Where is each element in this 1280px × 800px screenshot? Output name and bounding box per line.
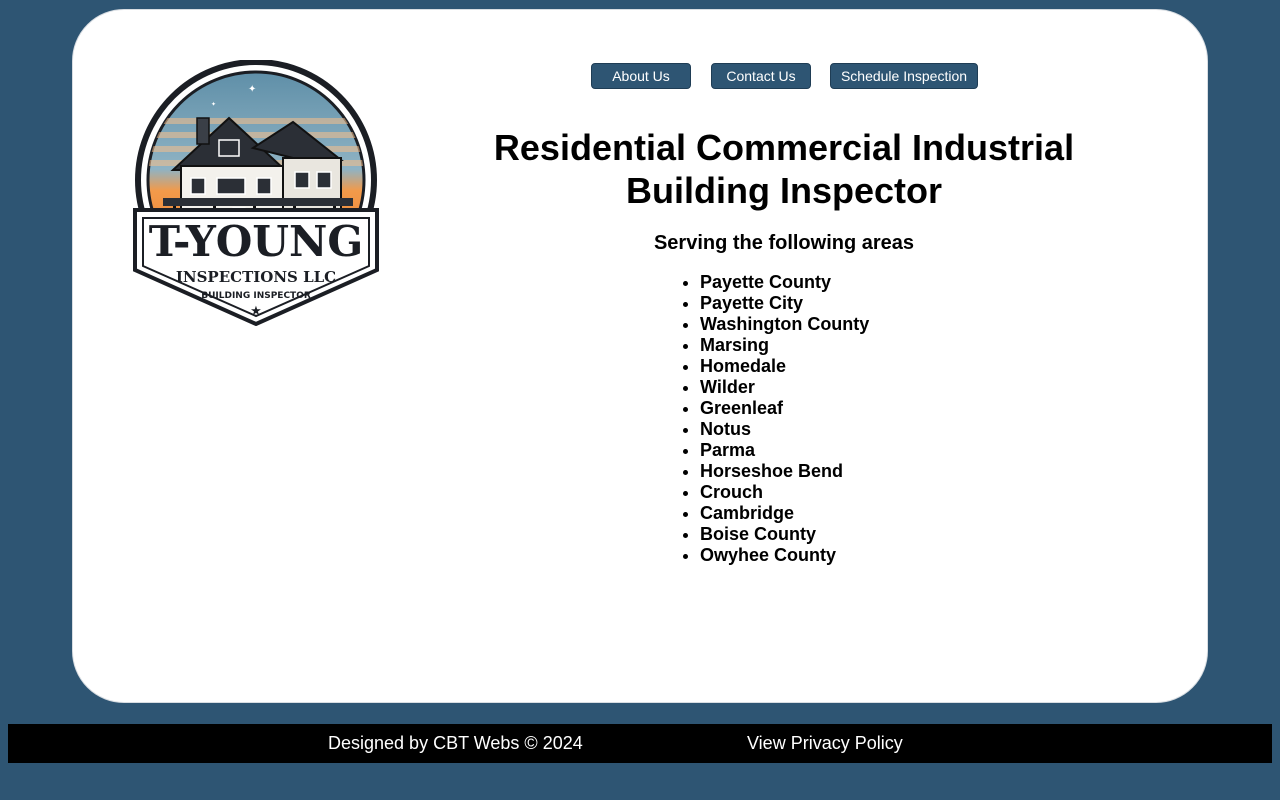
content-card: ✦ ✦ T-YOUNG INSPECTIONS LLC BUILDING INS… [72,9,1208,703]
list-item: Marsing [700,335,869,356]
svg-text:✦: ✦ [248,84,256,95]
list-item: Wilder [700,377,869,398]
list-item: Crouch [700,482,869,503]
service-areas-list: Payette County Payette City Washington C… [659,272,869,566]
top-nav: About Us Contact Us Schedule Inspection [591,63,978,89]
list-item: Horseshoe Bend [700,461,869,482]
svg-text:✦: ✦ [211,101,216,108]
service-areas-heading: Serving the following areas [653,232,915,254]
list-item: Cambridge [700,503,869,524]
schedule-inspection-button[interactable]: Schedule Inspection [830,63,978,89]
list-item: Owyhee County [700,545,869,566]
page-title-line1: Residential Commercial Industrial [493,127,1075,168]
footer: Designed by CBT Webs © 2024 View Privacy… [8,724,1272,763]
footer-credit: Designed by CBT Webs © 2024 [328,733,583,753]
page-title: Residential Commercial Industrial Buildi… [433,126,1135,212]
logo-brand-tagline: BUILDING INSPECTOR [201,291,311,301]
list-item: Notus [700,419,869,440]
star-icon: ★ [250,304,262,319]
company-logo: ✦ ✦ T-YOUNG INSPECTIONS LLC BUILDING INS… [133,59,379,327]
privacy-policy-link[interactable]: View Privacy Policy [747,733,903,754]
contact-us-button[interactable]: Contact Us [711,63,811,89]
list-item: Washington County [700,314,869,335]
page-title-line2: Building Inspector [625,170,942,211]
list-item: Greenleaf [700,398,869,419]
logo-brand-sub: INSPECTIONS LLC [176,268,336,286]
about-us-button[interactable]: About Us [591,63,691,89]
list-item: Payette City [700,293,869,314]
logo-brand-main: T-YOUNG [149,217,364,266]
list-item: Homedale [700,356,869,377]
list-item: Payette County [700,272,869,293]
list-item: Parma [700,440,869,461]
house-logo-icon: ✦ ✦ T-YOUNG INSPECTIONS LLC BUILDING INS… [133,59,379,327]
list-item: Boise County [700,524,869,545]
